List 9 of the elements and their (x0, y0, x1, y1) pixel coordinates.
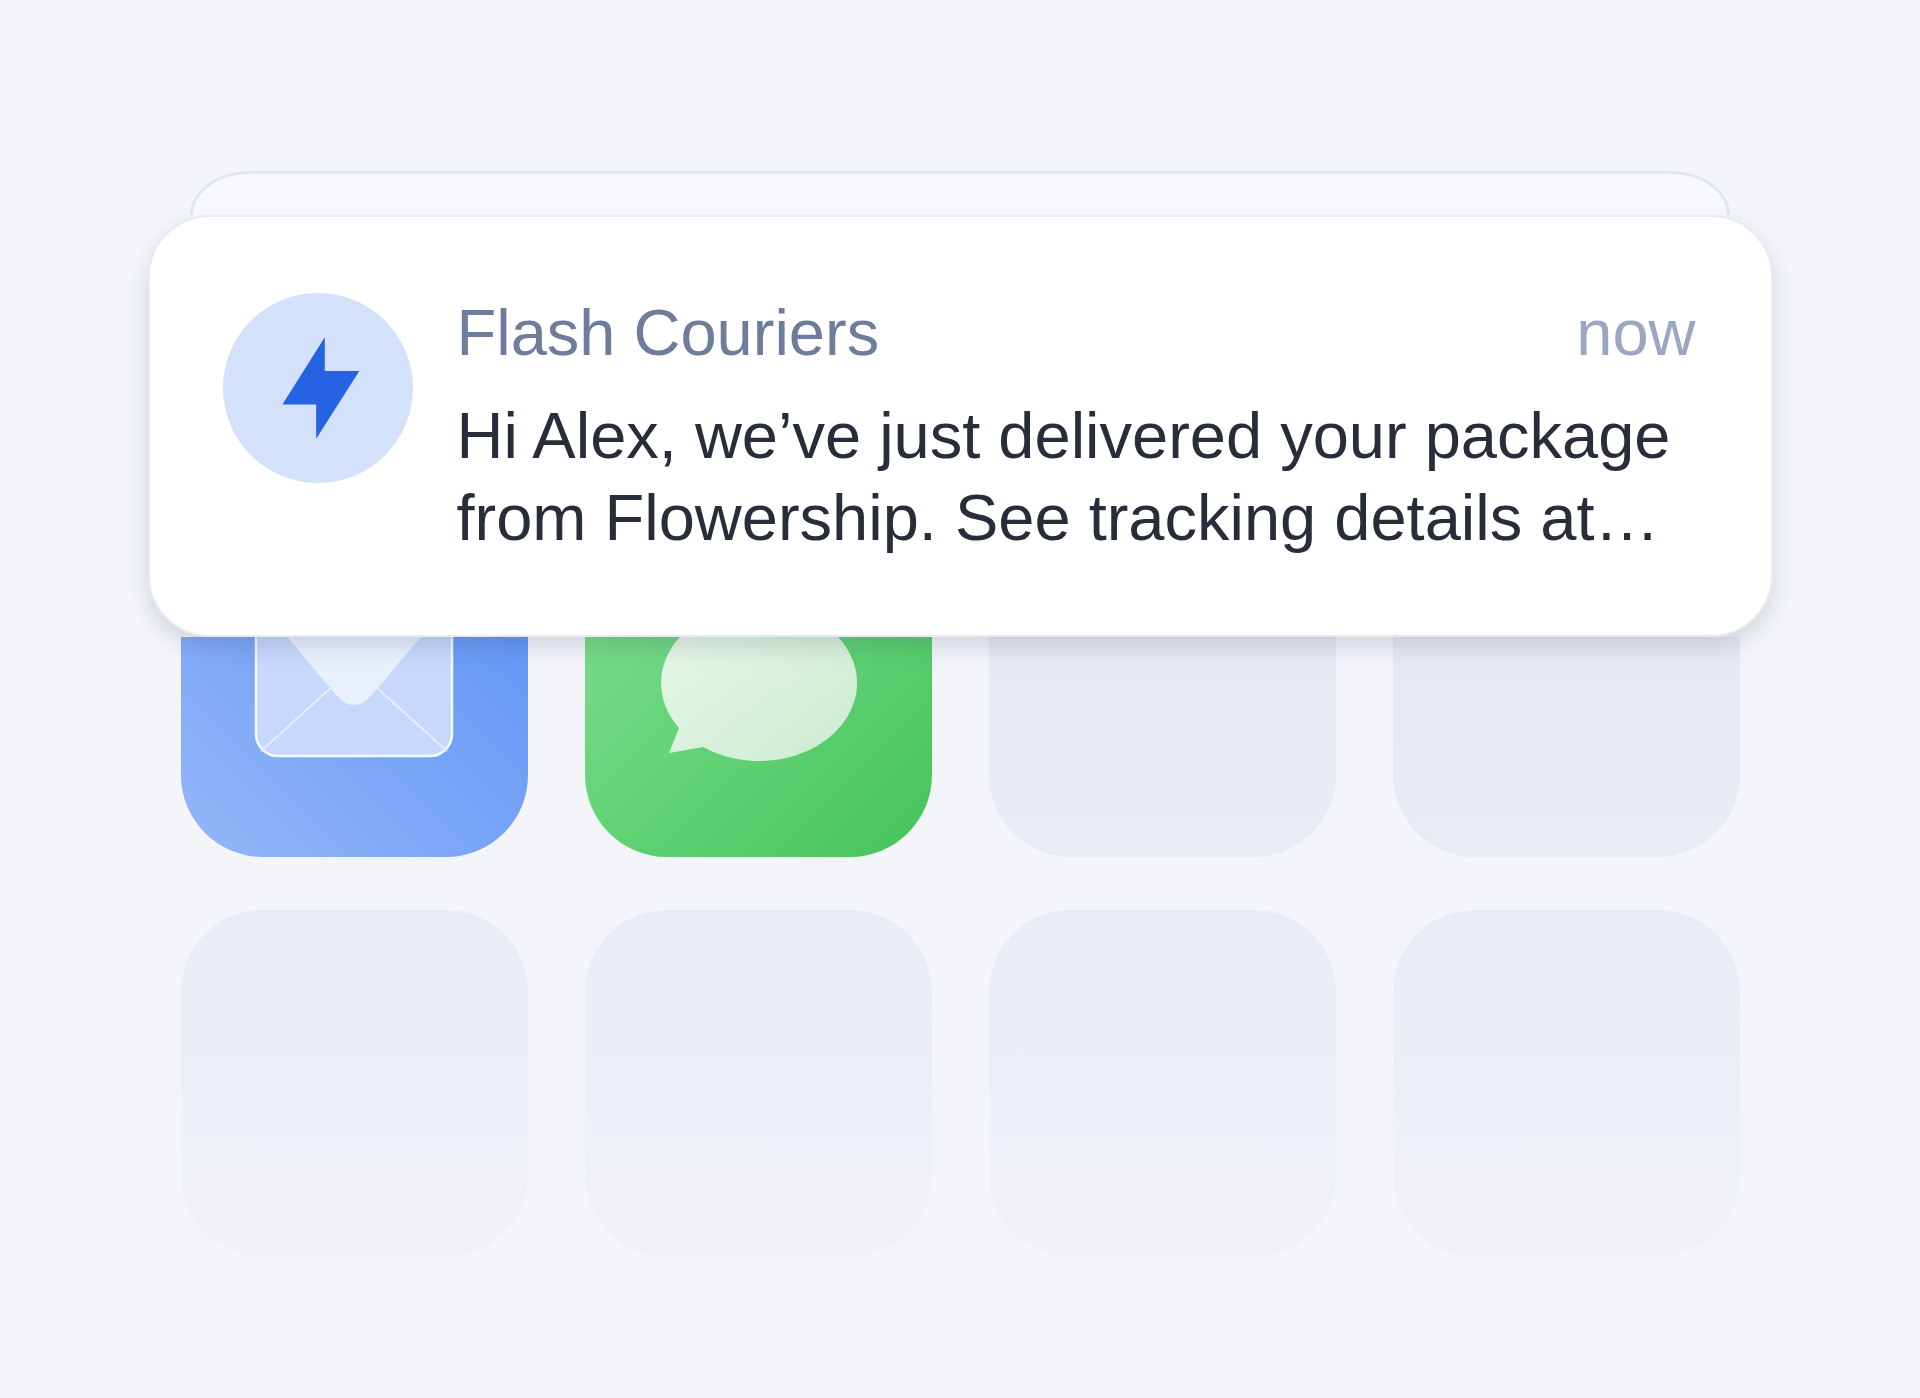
blank-app-icon (988, 637, 1336, 857)
app-name: Flash Couriers (456, 295, 880, 371)
envelope-icon[interactable] (180, 637, 528, 857)
notification-card[interactable]: Flash Couriers now Hi Alex, we’ve just delivered your package from Flowership. See tracking details at… (147, 215, 1773, 637)
blank-app-icon (1392, 637, 1740, 857)
notification-message: Hi Alex, we’ve just delivered your package from Flowership. See tracking details at… (456, 398, 1672, 556)
lightning-icon (222, 293, 413, 483)
timestamp: now (1576, 295, 1696, 371)
speech-bubble-icon[interactable] (584, 637, 932, 857)
